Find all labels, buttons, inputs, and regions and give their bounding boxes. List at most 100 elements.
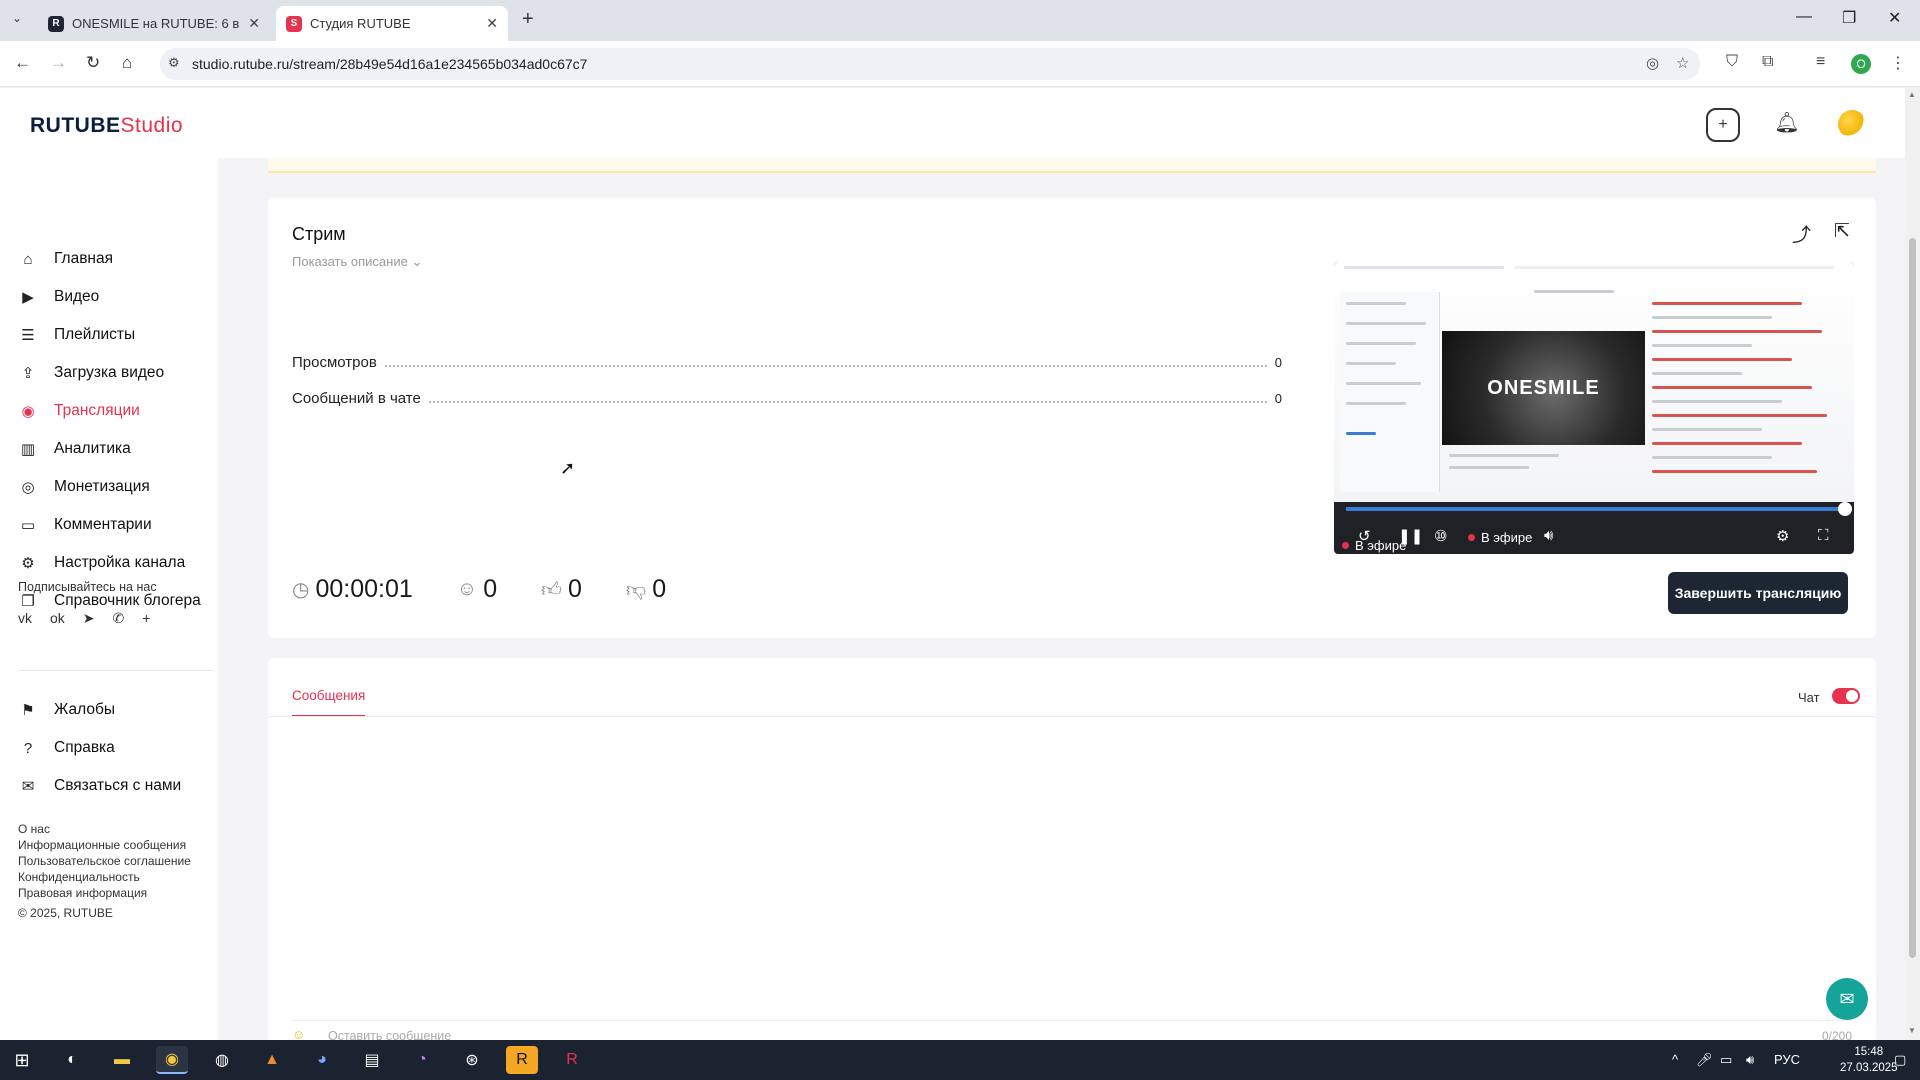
notepad-icon[interactable]: ▤	[356, 1046, 388, 1074]
footer-link-agreement[interactable]: Пользовательское соглашение	[18, 853, 191, 869]
scroll-down-icon[interactable]: ▼	[1908, 1026, 1916, 1035]
restore-icon[interactable]: ❐	[1842, 8, 1856, 28]
rockstar-icon[interactable]: R	[506, 1046, 538, 1074]
system-clock[interactable]: 15:48 27.03.2025	[1840, 1044, 1898, 1076]
scroll-up-icon[interactable]: ▲	[1908, 90, 1916, 99]
sidebar-item-monetization[interactable]: ◎ Монетизация	[18, 472, 149, 502]
minimize-icon[interactable]: —	[1796, 8, 1812, 26]
microphone-icon[interactable]: 🎤︎	[1696, 1052, 1713, 1068]
sidebar-item-contact[interactable]: ✉ Связаться с нами	[18, 771, 182, 801]
sidebar-item-upload[interactable]: ⇪ Загрузка видео	[18, 358, 164, 388]
vk-icon[interactable]: vk	[18, 610, 32, 627]
browser-menu-icon[interactable]: ⋮	[1890, 53, 1906, 73]
page-scrollbar[interactable]: ▲ ▼	[1905, 88, 1920, 1040]
player-progress-knob[interactable]	[1838, 502, 1852, 516]
user-avatar[interactable]	[1838, 110, 1866, 138]
home-browser-icon[interactable]: ⌂	[122, 53, 132, 73]
message-input[interactable]: Оставить сообщение	[328, 1029, 451, 1040]
back-icon[interactable]: ←	[14, 53, 31, 73]
notification-center-icon[interactable]: ▢	[1894, 1052, 1906, 1068]
footer-link-privacy[interactable]: Конфиденциальность	[18, 869, 191, 885]
share-icon[interactable]: ⤴	[1792, 220, 1811, 247]
forward-10-icon[interactable]: ⑩	[1434, 527, 1447, 545]
sidebar-item-complaints[interactable]: ⚑ Жалобы	[18, 695, 115, 725]
app-icon[interactable]: ◐	[56, 1046, 88, 1074]
extensions-icon[interactable]: ⧉	[1762, 53, 1773, 71]
volume-icon[interactable]: 🔊︎	[1544, 527, 1553, 544]
sidebar-item-broadcasts[interactable]: ◉ Трансляции	[18, 396, 139, 426]
chat-toggle[interactable]	[1832, 688, 1860, 704]
address-bar[interactable]: ⚙ studio.rutube.ru/stream/28b49e54d16a1e…	[160, 48, 1700, 80]
footer-link-info[interactable]: Информационные сообщения	[18, 837, 191, 853]
fullscreen-icon[interactable]: ⛶	[1818, 527, 1829, 544]
tab-search-icon[interactable]: ⌄	[12, 11, 22, 25]
scrollbar-thumb[interactable]	[1909, 238, 1916, 958]
url-text[interactable]: studio.rutube.ru/stream/28b49e54d16a1e23…	[192, 56, 587, 72]
media-control-icon[interactable]: ≡	[1816, 53, 1825, 71]
viewers-value: 0	[483, 575, 498, 603]
browser-tab-channel[interactable]: R ONESMILE на RUTUBE: 6 видео ✕	[38, 6, 270, 41]
rutube-app-icon[interactable]: R	[556, 1046, 588, 1074]
stream-preview-player[interactable]: ONESMILE ↺ ❚❚ ⑩ В эфире В эфире 🔊︎ ⚙ ⛶	[1334, 262, 1854, 554]
app-orange-icon[interactable]: ▲	[256, 1046, 288, 1074]
browser-toolbar: ← → ↻ ⌂ ⚙ studio.rutube.ru/stream/28b49e…	[0, 41, 1920, 87]
toggle-knob	[1846, 690, 1858, 702]
tab-messages[interactable]: Сообщения	[292, 688, 366, 717]
viber-icon[interactable]: ✆	[113, 610, 125, 627]
file-explorer-icon[interactable]: ▬	[106, 1046, 138, 1074]
message-input-row: ☺ Оставить сообщение 0/200	[292, 1020, 1852, 1040]
mail-icon: ✉	[21, 778, 35, 795]
discord-icon[interactable]: ◕	[306, 1046, 338, 1074]
sidebar-item-playlists[interactable]: ☰ Плейлисты	[18, 320, 135, 350]
more-plus-icon[interactable]: +	[142, 610, 150, 627]
odnoklassniki-icon[interactable]: ok	[50, 610, 65, 627]
footer-link-legal[interactable]: Правовая информация	[18, 885, 191, 901]
comments-icon: ▭	[20, 517, 36, 534]
browser-tab-studio[interactable]: S Студия RUTUBE ✕	[276, 6, 508, 41]
sidebar-item-label: Видео	[54, 288, 100, 305]
new-tab-icon[interactable]: +	[522, 8, 534, 31]
network-icon[interactable]: ▭	[1720, 1052, 1732, 1068]
close-tab-icon[interactable]: ✕	[248, 15, 260, 32]
chrome-icon[interactable]: ◉	[156, 1046, 188, 1074]
site-info-icon[interactable]: ⚙	[168, 55, 180, 71]
emoji-icon[interactable]: ☺	[292, 1027, 305, 1040]
sidebar-item-label: Жалобы	[54, 701, 115, 718]
support-chat-icon[interactable]: ✉	[1826, 978, 1868, 1020]
app-purple-icon[interactable]: ◔	[406, 1046, 438, 1074]
rutube-studio-logo[interactable]: RUTUBEStudio	[30, 114, 183, 138]
window-close-icon[interactable]: ✕	[1888, 8, 1901, 28]
bookmark-star-icon[interactable]: ☆	[1676, 54, 1689, 72]
notifications-bell-icon[interactable]: 🔔︎	[1770, 108, 1804, 142]
sidebar-item-analytics[interactable]: ▥ Аналитика	[18, 434, 131, 464]
shield-extension-icon[interactable]: ⛉	[1726, 53, 1738, 71]
sidebar-item-label: Комментарии	[54, 516, 152, 533]
close-tab-icon[interactable]: ✕	[486, 15, 498, 32]
sidebar-item-home[interactable]: ⌂ Главная	[18, 244, 113, 274]
language-indicator[interactable]: РУС	[1774, 1052, 1800, 1067]
player-settings-icon[interactable]: ⚙	[1776, 527, 1789, 545]
sidebar-item-channel-settings[interactable]: ⚙ Настройка канала	[18, 548, 185, 578]
sidebar-item-comments[interactable]: ▭ Комментарии	[18, 510, 152, 540]
hide-icon[interactable]: ◎	[1646, 54, 1659, 72]
end-broadcast-button[interactable]: Завершить трансляцию	[1668, 572, 1848, 614]
tray-expand-icon[interactable]: ^	[1672, 1052, 1678, 1067]
forward-icon[interactable]: →	[50, 53, 67, 73]
sidebar-item-label: Справочник блогера	[54, 592, 201, 609]
footer-link-about[interactable]: О нас	[18, 821, 191, 837]
steam-icon[interactable]: ⊛	[456, 1046, 488, 1074]
preview-sidebar	[1340, 292, 1440, 492]
telegram-icon[interactable]: ➤	[83, 610, 95, 627]
show-description-toggle[interactable]: Показать описание ⌄	[292, 254, 422, 270]
windows-start-icon[interactable]: ⊞	[6, 1046, 38, 1074]
sidebar-item-help[interactable]: ? Справка	[18, 733, 115, 763]
reload-icon[interactable]: ↻	[86, 53, 100, 73]
player-progress-bar[interactable]	[1346, 507, 1852, 511]
obs-icon[interactable]: ◍	[206, 1046, 238, 1074]
preview-line	[1449, 454, 1559, 457]
volume-tray-icon[interactable]: 🔊︎	[1746, 1052, 1754, 1068]
add-content-icon[interactable]: +	[1706, 108, 1740, 142]
profile-avatar[interactable]: O	[1851, 54, 1871, 74]
open-external-icon[interactable]: ⇱	[1834, 220, 1850, 243]
sidebar-item-video[interactable]: ▶ Видео	[18, 282, 99, 312]
